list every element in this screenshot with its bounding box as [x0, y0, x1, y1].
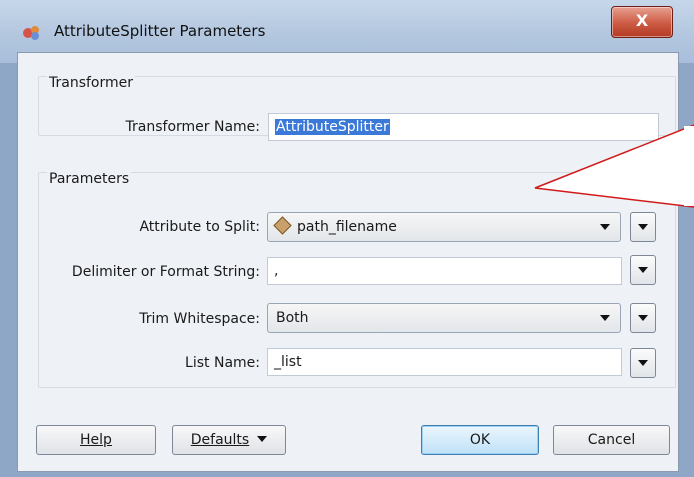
callout-annotation	[534, 124, 694, 208]
callout-shape	[534, 124, 694, 208]
callout-fill	[684, 126, 694, 206]
dialog-window: AttributeSplitter Parameters X Transform…	[0, 0, 694, 477]
